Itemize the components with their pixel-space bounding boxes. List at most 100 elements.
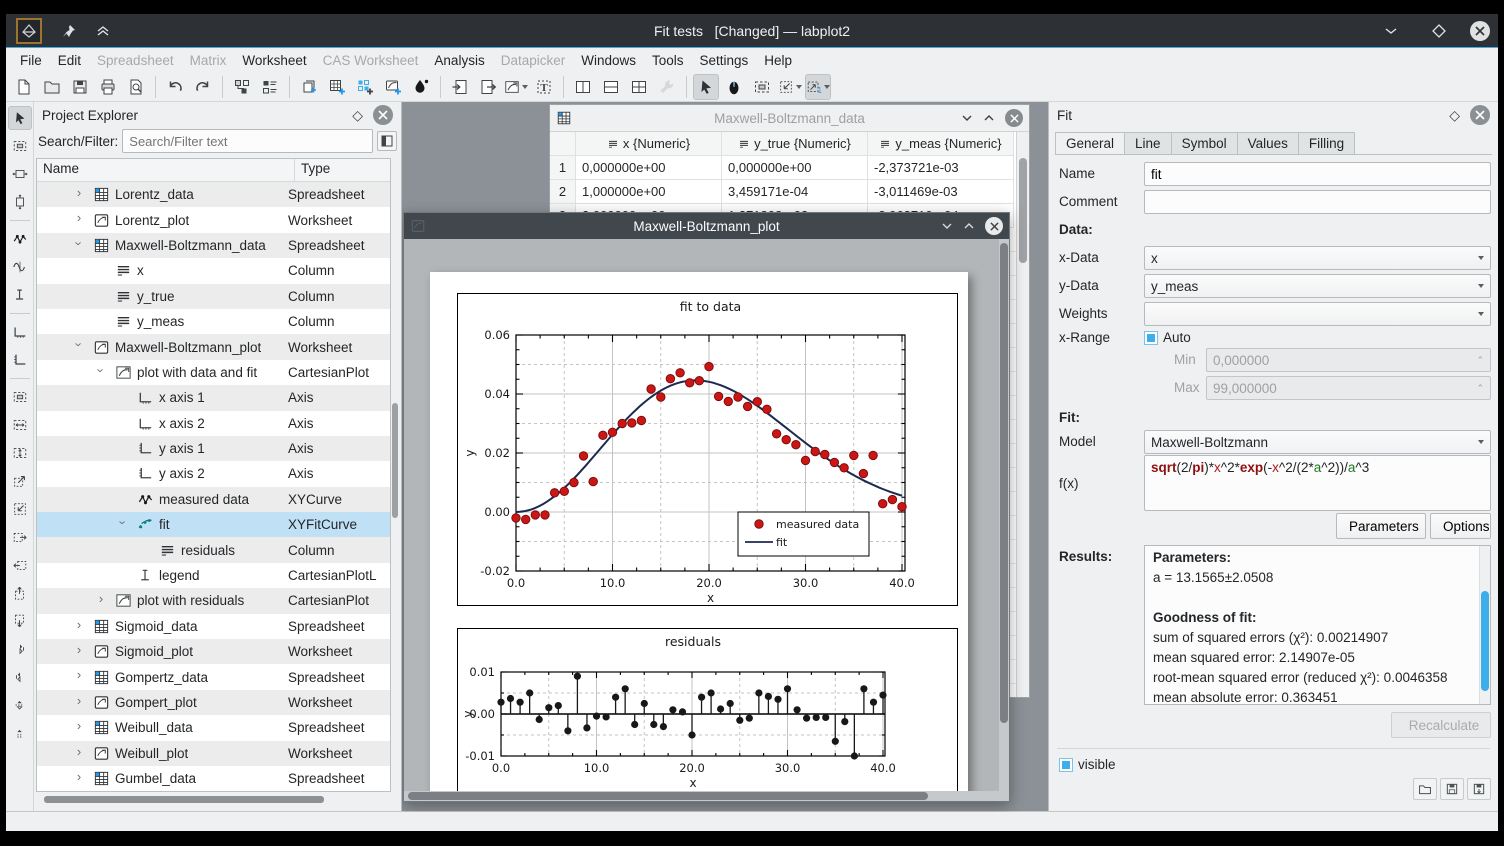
auto-range-checkbox[interactable]: Auto bbox=[1144, 330, 1191, 345]
corner-header-cell[interactable] bbox=[550, 132, 576, 156]
formula-editor[interactable]: sqrt(2/pi)*x^2*exp(-x^2/(2*a^2))/a^3 bbox=[1144, 455, 1491, 511]
window-unshade-icon[interactable] bbox=[963, 220, 975, 232]
resize-horizontal-button[interactable] bbox=[8, 162, 32, 186]
column-header[interactable]: y_meas {Numeric} bbox=[868, 132, 1014, 156]
dropdown-caret-icon[interactable] bbox=[796, 85, 802, 89]
new-worksheet-button[interactable] bbox=[380, 74, 406, 100]
select-and-edit-button[interactable] bbox=[8, 106, 32, 130]
menu-file[interactable]: File bbox=[12, 51, 50, 70]
window-close-icon[interactable] bbox=[985, 217, 1003, 235]
expand-icon[interactable]: › bbox=[73, 617, 85, 632]
parameters-button[interactable]: Parameters bbox=[1336, 513, 1426, 539]
tree-row-sigmoid_data[interactable]: ›Sigmoid_dataSpreadsheet bbox=[37, 614, 390, 639]
tab-line[interactable]: Line bbox=[1125, 132, 1172, 155]
y-data-combo[interactable]: y_meas bbox=[1144, 274, 1491, 298]
menu-worksheet[interactable]: Worksheet bbox=[234, 51, 314, 70]
filter-options-icon[interactable] bbox=[377, 131, 397, 151]
tree-row-x-axis-2[interactable]: x axis 2Axis bbox=[37, 411, 390, 436]
tree-row-gumbel_data[interactable]: ›Gumbel_dataSpreadsheet bbox=[37, 766, 390, 791]
model-combo[interactable]: Maxwell-Boltzmann bbox=[1144, 430, 1491, 454]
zoom-preset-1-button[interactable]: 1 bbox=[805, 74, 831, 100]
tree-row-gompertz_data[interactable]: ›Gompertz_dataSpreadsheet bbox=[37, 664, 390, 689]
menu-matrix[interactable]: Matrix bbox=[182, 51, 235, 70]
menu-settings[interactable]: Settings bbox=[692, 51, 757, 70]
tree-row-maxwell-boltzmann_plot[interactable]: ›Maxwell-Boltzmann_plotWorksheet bbox=[37, 334, 390, 359]
new-spreadsheet-button[interactable] bbox=[324, 74, 350, 100]
collapse-icon[interactable]: › bbox=[116, 517, 131, 529]
column-header[interactable]: x {Numeric} bbox=[576, 132, 722, 156]
tree-row-x[interactable]: xColumn bbox=[37, 258, 390, 283]
collapse-icon[interactable]: › bbox=[72, 237, 87, 249]
add-xy-curve-button[interactable] bbox=[8, 227, 32, 251]
navigate-button[interactable] bbox=[721, 74, 747, 100]
add-legend-button[interactable] bbox=[8, 283, 32, 307]
pin-icon[interactable] bbox=[58, 20, 80, 42]
zoom-auto-button[interactable] bbox=[8, 721, 32, 745]
row-number-cell[interactable]: 1 bbox=[550, 156, 576, 180]
spreadsheet-window-titlebar[interactable]: Maxwell-Boltzmann_data bbox=[550, 105, 1029, 132]
toggle-properties-explorer-button[interactable] bbox=[257, 74, 283, 100]
expand-icon[interactable]: › bbox=[73, 718, 85, 733]
tree-row-maxwell-boltzmann_data[interactable]: ›Maxwell-Boltzmann_dataSpreadsheet bbox=[37, 233, 390, 258]
window-close-icon[interactable] bbox=[1005, 109, 1023, 127]
dropdown-caret-icon[interactable] bbox=[522, 85, 528, 89]
new-matrix-button[interactable] bbox=[352, 74, 378, 100]
tree-row-lorentz_data[interactable]: ›Lorentz_dataSpreadsheet bbox=[37, 182, 390, 207]
tree-row-y_true[interactable]: y_trueColumn bbox=[37, 284, 390, 309]
zoom-fit-selection-button[interactable] bbox=[8, 497, 32, 521]
plot-window-titlebar[interactable]: Maxwell-Boltzmann_plot bbox=[404, 213, 1009, 239]
tree-row-y-axis-2[interactable]: y axis 2Axis bbox=[37, 461, 390, 486]
tree-column-type[interactable]: Type bbox=[295, 159, 336, 181]
tree-row-y-axis-1[interactable]: y axis 1Axis bbox=[37, 436, 390, 461]
data-cell[interactable]: 0,000000e+00 bbox=[722, 156, 868, 180]
expand-icon[interactable]: › bbox=[73, 744, 85, 759]
configure-button[interactable] bbox=[654, 74, 680, 100]
shade-icon[interactable] bbox=[92, 20, 114, 42]
tree-horizontal-scrollbar[interactable] bbox=[36, 795, 391, 804]
window-unshade-icon[interactable] bbox=[983, 112, 995, 124]
window-shade-icon[interactable] bbox=[961, 112, 973, 124]
tree-row-weibull_plot[interactable]: ›Weibull_plotWorksheet bbox=[37, 741, 390, 766]
tree-row-plot-with-data-and-fit[interactable]: ›plot with data and fitCartesianPlot bbox=[37, 360, 390, 385]
row-number-cell[interactable]: 2 bbox=[550, 180, 576, 204]
toggle-project-explorer-button[interactable] bbox=[229, 74, 255, 100]
export-button[interactable] bbox=[475, 74, 501, 100]
add-y-axis-button[interactable] bbox=[8, 348, 32, 372]
print-preview-button[interactable] bbox=[123, 74, 149, 100]
expand-icon[interactable]: › bbox=[73, 693, 85, 708]
menu-spreadsheet[interactable]: Spreadsheet bbox=[89, 51, 182, 70]
print-button[interactable] bbox=[95, 74, 121, 100]
x-data-combo[interactable]: x bbox=[1144, 246, 1491, 270]
scale-auto-x-button[interactable] bbox=[8, 637, 32, 661]
zoom-in-button[interactable] bbox=[8, 469, 32, 493]
recalculate-button[interactable]: Recalculate bbox=[1391, 712, 1491, 738]
text-label-button[interactable]: T bbox=[531, 74, 557, 100]
max-spinbox[interactable]: 99,000000⌃ bbox=[1206, 376, 1491, 400]
shift-down-y-button[interactable] bbox=[8, 609, 32, 633]
data-cell[interactable]: -2,373721e-03 bbox=[868, 156, 1014, 180]
resize-vertical-button[interactable] bbox=[8, 190, 32, 214]
undo-button[interactable] bbox=[162, 74, 188, 100]
worksheet-view[interactable]: fit to data0.010.020.030.040.0-0.020.000… bbox=[404, 239, 1009, 801]
min-spinbox[interactable]: 0,000000⌃ bbox=[1206, 348, 1491, 372]
expand-icon[interactable]: › bbox=[73, 769, 85, 784]
float-dock-icon[interactable]: ◇ bbox=[1449, 107, 1460, 124]
tree-row-residuals[interactable]: residualsColumn bbox=[37, 537, 390, 562]
worksheet-page[interactable]: fit to data0.010.020.030.040.0-0.020.000… bbox=[430, 272, 968, 801]
tree-row-x-axis-1[interactable]: x axis 1Axis bbox=[37, 385, 390, 410]
app-icon[interactable] bbox=[16, 18, 42, 44]
menu-datapicker[interactable]: Datapicker bbox=[493, 51, 574, 70]
tree-column-name[interactable]: Name bbox=[37, 159, 295, 181]
plot-vertical-scrollbar[interactable] bbox=[999, 239, 1009, 791]
tree-row-gumbel_plot[interactable]: ›Gumbel_plotWorksheet bbox=[37, 791, 390, 792]
float-dock-icon[interactable]: ◇ bbox=[352, 107, 363, 124]
tree-row-sigmoid_plot[interactable]: ›Sigmoid_plotWorksheet bbox=[37, 639, 390, 664]
zoom-select-region-button[interactable] bbox=[8, 385, 32, 409]
collapse-icon[interactable]: › bbox=[94, 364, 109, 376]
zoom-select-button[interactable] bbox=[749, 74, 775, 100]
add-function-curve-button[interactable] bbox=[8, 255, 32, 279]
shift-right-x-button[interactable] bbox=[8, 525, 32, 549]
column-header[interactable]: y_true {Numeric} bbox=[722, 132, 868, 156]
expand-icon[interactable]: › bbox=[73, 667, 85, 682]
tree-row-fit[interactable]: ›fitXYFitCurve bbox=[37, 512, 390, 537]
